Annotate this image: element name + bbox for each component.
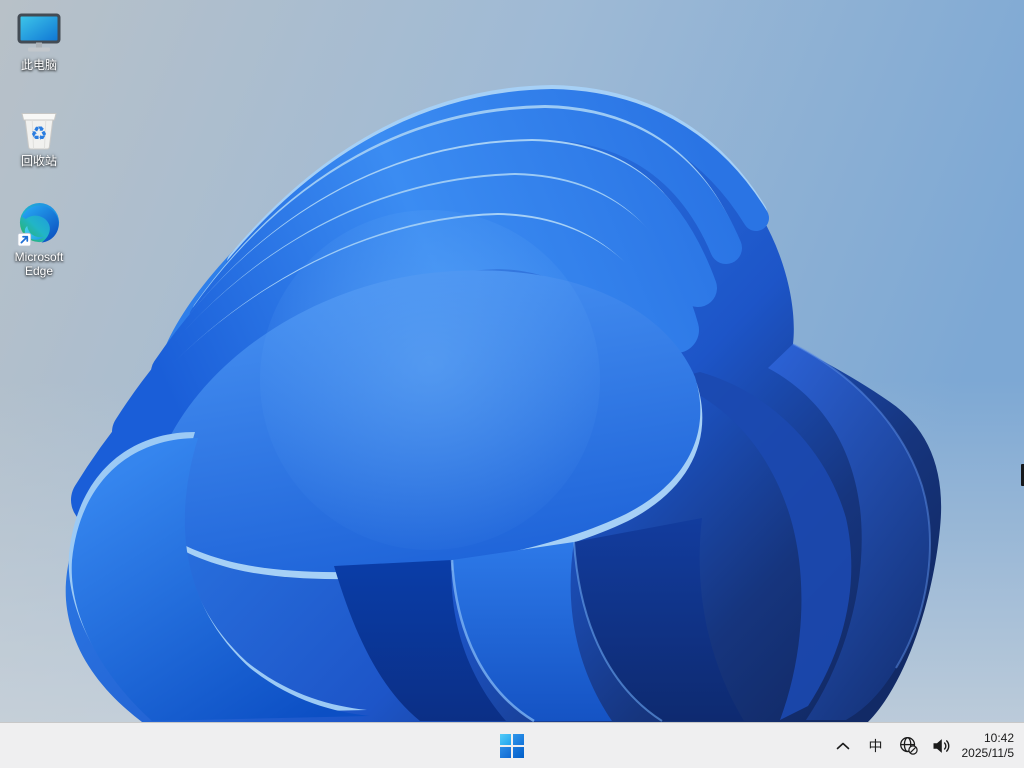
clock-time: 10:42 [983,730,1014,745]
desktop-icon-recycle-bin[interactable]: ♻ 回收站 [2,104,76,168]
desktop-icon-microsoft-edge[interactable]: Microsoft Edge [2,200,76,278]
recycle-bin-icon: ♻ [17,104,61,152]
globe-no-internet-icon [900,737,918,755]
desktop-icon-this-pc[interactable]: 此电脑 [2,8,76,72]
tray-hidden-icons-button[interactable] [830,728,856,764]
desktop[interactable]: 此电脑 ♻ 回收站 Microsoft Edge 中 10:42 2025/11… [0,0,1024,768]
icon-label: Microsoft Edge [14,250,64,278]
icon-label: 此电脑 [20,58,57,72]
taskbar: 中 10:42 2025/11/5 [0,722,1024,768]
network-tray-button[interactable] [896,728,922,764]
speaker-icon [933,738,950,753]
volume-tray-button[interactable] [929,728,955,764]
shortcut-arrow-badge [17,232,31,247]
chevron-up-icon [836,742,849,749]
svg-text:♻: ♻ [30,123,47,145]
wallpaper-bloom [0,0,1024,768]
taskbar-clock[interactable]: 10:42 2025/11/5 [962,726,1015,766]
start-button[interactable] [492,726,532,766]
clock-date: 2025/11/5 [961,745,1015,760]
input-method-indicator[interactable]: 中 [863,728,889,764]
monitor-icon [15,8,63,56]
windows-logo-icon [500,733,524,758]
icon-label: 回收站 [20,154,57,168]
system-tray: 中 10:42 2025/11/5 [830,723,1015,768]
edge-icon [16,200,63,248]
